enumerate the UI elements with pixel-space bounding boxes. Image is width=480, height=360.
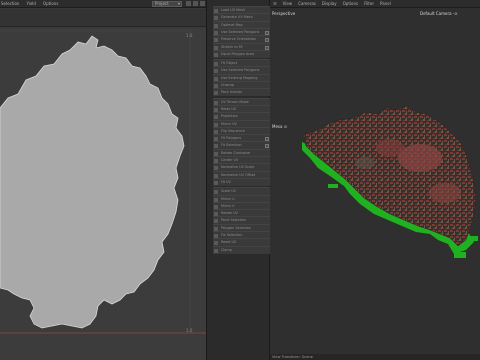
uv-view-dropdown-value: Project	[155, 1, 169, 6]
tool-label: Flip Sequence	[221, 128, 245, 133]
tool-label: Mirror U	[221, 196, 235, 201]
tool-label: Unwrap	[221, 83, 235, 87]
terrain-fragment	[454, 252, 466, 258]
uv-menu-yield[interactable]: Yield	[26, 1, 36, 6]
uv-toolbar-icon-c[interactable]	[200, 1, 205, 6]
tool-icon	[214, 52, 218, 57]
uv-tools-sidebar: Load UV Mesh Generate UV Mesh Optimal Map U…	[206, 0, 271, 360]
tool-label: Mirror UV	[221, 121, 237, 126]
tool-label: Fix Selection	[221, 233, 243, 237]
tool-label: Relax UV	[221, 106, 237, 111]
tool-label: Optimal Map	[221, 22, 243, 27]
tool-label: Normalize UV Scale	[221, 165, 255, 170]
tool-label: UV Terrain Mode	[221, 99, 249, 104]
uv-tick-top-right: 1.0	[186, 33, 193, 38]
viewport-object-label: Mesa ⊙	[272, 124, 288, 129]
terrain-top-surface	[303, 105, 477, 247]
tool-label: Scale UV	[221, 189, 237, 194]
tool-label: Equal Polygon Area	[221, 51, 254, 56]
chevron-down-icon: ▾	[177, 1, 180, 6]
viewport-menu-cameras[interactable]: Cameras	[298, 1, 316, 6]
uv-editor-panel: Selection Yield Options Project ▾ 1.0 1.…	[0, 0, 206, 360]
uv-menubar: Selection Yield Options Project ▾	[0, 0, 206, 8]
terrain-fragment	[328, 184, 338, 188]
tool-label: Preserve Orientation	[221, 37, 256, 42]
uv-menu-selection[interactable]: Selection	[1, 1, 19, 6]
tool-row[interactable]: Equal Polygon Area	[213, 49, 271, 58]
uv-toolbar-icon-b[interactable]	[193, 1, 198, 6]
tool-label: Use Selected Polygons	[221, 29, 260, 34]
viewport-panel: ☰ View Cameras Display Options Filter Pa…	[270, 0, 480, 360]
tool-label: Polygon Selection	[221, 225, 252, 230]
viewport-menu-filter[interactable]: Filter	[364, 1, 374, 6]
terrain-patch	[429, 183, 461, 203]
viewport-view-label: Perspective	[272, 11, 296, 16]
tool-row[interactable]: Pack Islands	[213, 88, 271, 97]
tool-label: Normalize UV Offset	[221, 172, 256, 177]
tool-label: Stretch to Fit	[221, 44, 243, 49]
viewport-menubar: ☰ View Cameras Display Options Filter Pa…	[270, 0, 480, 8]
uv-island-svg	[0, 30, 206, 334]
tool-label: Generate UV Mesh	[221, 15, 253, 20]
viewport-status-bar: View Transform: Scene	[270, 354, 480, 360]
terrain-patch	[398, 144, 442, 172]
viewport-menu-panel[interactable]: Panel	[380, 1, 391, 6]
tool-icon	[214, 248, 218, 253]
viewport-canvas[interactable]: Perspective Default Camera ·⊙ Mesa ⊙	[270, 8, 480, 354]
uv-view-dropdown[interactable]: Project ▾	[152, 1, 182, 7]
tool-row[interactable]: Fit UV	[213, 177, 271, 186]
tool-label: Fit Selection	[221, 143, 242, 148]
tool-label: Projection	[221, 114, 238, 119]
uv-canvas[interactable]: 1.0 1.0	[0, 28, 206, 360]
uv-menu-options[interactable]: Options	[43, 1, 58, 6]
tool-label: Fit UV	[221, 179, 231, 184]
tool-label: Rotate Clockwise	[221, 150, 250, 155]
tool-label: Rotate UV	[221, 211, 238, 216]
terrain-patch	[376, 139, 404, 157]
tool-label: Mirror V	[221, 203, 235, 208]
tool-label: Center UV	[221, 158, 239, 162]
tool-label: Clamp	[221, 247, 232, 252]
tool-label: Point Selection	[221, 218, 247, 223]
viewport-menu-view[interactable]: View	[283, 1, 293, 6]
tool-label: Load UV Mesh	[221, 8, 246, 12]
menu-icon[interactable]: ☰	[273, 1, 277, 6]
tool-label: Reset UV	[221, 240, 237, 245]
uv-tick-bottom-right: 1.0	[186, 328, 193, 333]
tool-label: Use Selected Polygons	[221, 68, 260, 73]
tool-icon	[214, 180, 218, 185]
uv-toolbar-icon-a[interactable]	[186, 1, 191, 6]
tool-icon	[214, 91, 218, 96]
tool-label: Fit Polygons	[221, 136, 242, 141]
viewport-menu-options[interactable]: Options	[343, 1, 358, 6]
terrain-fragment	[470, 236, 478, 241]
viewport-camera-label[interactable]: Default Camera ·⊙	[420, 11, 457, 16]
tool-label: Fit Object	[221, 61, 238, 66]
uv-toolbar	[0, 9, 206, 27]
tool-label: Pack Islands	[221, 90, 242, 95]
tool-row[interactable]: Clamp	[213, 245, 271, 254]
terrain-svg	[302, 105, 478, 258]
terrain-patch	[355, 157, 375, 169]
uv-island	[0, 35, 185, 329]
tool-label: Use Existing Mapping	[221, 75, 258, 80]
viewport-menu-display[interactable]: Display	[322, 1, 337, 6]
